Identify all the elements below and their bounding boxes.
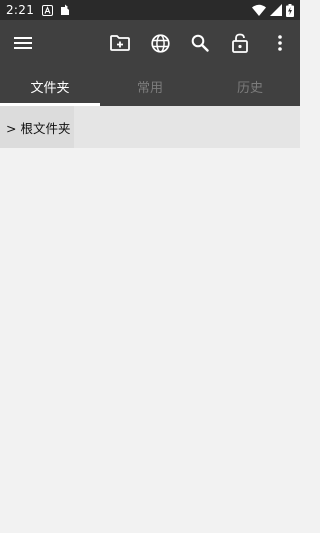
status-time: 2:21 (6, 3, 35, 17)
new-folder-button[interactable] (108, 31, 132, 55)
tab-label: 历史 (236, 80, 263, 96)
status-notifications (42, 4, 71, 16)
breadcrumb-root[interactable]: > 根文件夹 (0, 106, 74, 148)
file-transfer-icon (61, 4, 70, 15)
search-button[interactable] (188, 31, 212, 55)
file-list-area (0, 148, 300, 533)
wifi-icon (252, 4, 266, 16)
lock-button[interactable] (228, 31, 252, 55)
tab-favorites[interactable]: 常用 (100, 66, 200, 106)
breadcrumb: > 根文件夹 (0, 106, 300, 148)
new-folder-icon (110, 35, 130, 51)
status-system-icons (252, 3, 294, 17)
more-vert-icon (278, 35, 282, 51)
more-options-button[interactable] (268, 31, 292, 55)
tab-history[interactable]: 历史 (200, 66, 300, 106)
notification-a-icon (42, 4, 54, 16)
tab-folders[interactable]: 文件夹 (0, 66, 100, 106)
globe-button[interactable] (148, 31, 172, 55)
status-bar: 2:21 (0, 0, 300, 20)
tab-bar: 文件夹 常用 历史 (0, 66, 300, 106)
battery-charging-icon (286, 3, 294, 17)
globe-icon (150, 33, 170, 53)
tab-label: 文件夹 (30, 80, 70, 96)
tab-label: 常用 (136, 80, 163, 96)
lock-open-icon (232, 33, 248, 53)
search-icon (191, 34, 209, 52)
menu-button[interactable] (11, 31, 35, 55)
cellular-signal-icon (270, 4, 282, 16)
menu-icon (14, 37, 32, 49)
app-toolbar (0, 20, 300, 66)
breadcrumb-root-label: > 根文件夹 (6, 120, 71, 136)
